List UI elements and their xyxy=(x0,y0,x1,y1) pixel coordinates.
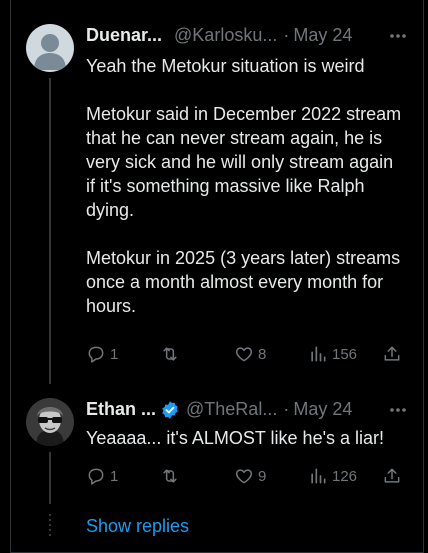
share-button[interactable] xyxy=(382,344,402,364)
reply-button[interactable]: 1 xyxy=(86,344,118,364)
action-bar: 1 8 156 xyxy=(86,344,406,366)
retweet-button[interactable] xyxy=(160,466,184,486)
retweet-button[interactable] xyxy=(160,344,184,364)
tweet-date[interactable]: May 24 xyxy=(293,25,352,46)
display-name[interactable]: Ethan ... xyxy=(86,399,156,420)
separator: · xyxy=(283,399,290,419)
thread-dots xyxy=(49,514,51,536)
share-button[interactable] xyxy=(382,466,402,486)
tweet-text: Yeah the Metokur situation is weird Meto… xyxy=(86,56,402,316)
like-button[interactable]: 8 xyxy=(234,344,266,364)
user-handle[interactable]: @TheRal... xyxy=(186,399,277,420)
reply-count: 1 xyxy=(110,467,119,485)
like-icon xyxy=(235,347,253,362)
views-count: 126 xyxy=(332,467,358,485)
views-count: 156 xyxy=(332,345,358,363)
thread-line xyxy=(49,78,51,384)
views-button[interactable]: 156 xyxy=(308,344,357,364)
views-icon xyxy=(311,468,326,484)
reply-icon xyxy=(88,346,104,363)
tweet-header: Duenar... @Karlosku... · May 24 xyxy=(86,25,352,46)
retweet-icon xyxy=(163,347,177,361)
separator: · xyxy=(283,25,290,45)
show-replies-link[interactable]: Show replies xyxy=(86,516,189,537)
thread-line xyxy=(49,452,51,504)
share-icon xyxy=(384,346,400,361)
like-count: 8 xyxy=(258,345,267,363)
action-bar: 1 9 126 xyxy=(86,466,406,488)
reply-icon xyxy=(88,468,104,485)
more-icon[interactable] xyxy=(388,400,408,420)
like-count: 9 xyxy=(258,467,267,485)
share-icon xyxy=(384,468,400,483)
tweet-date[interactable]: May 24 xyxy=(293,399,352,420)
views-icon xyxy=(311,346,326,362)
default-avatar[interactable] xyxy=(26,24,74,72)
retweet-icon xyxy=(163,469,177,483)
like-icon xyxy=(235,469,253,484)
views-button[interactable]: 126 xyxy=(308,466,357,486)
reply-button[interactable]: 1 xyxy=(86,466,118,486)
more-icon[interactable] xyxy=(388,26,408,46)
display-name[interactable]: Duenar... xyxy=(86,25,162,46)
verified-badge-icon[interactable] xyxy=(160,400,180,420)
user-handle[interactable]: @Karlosku... xyxy=(174,25,277,46)
like-button[interactable]: 9 xyxy=(234,466,266,486)
tweet-text: Yeaaaa... it's ALMOST like he's a liar! xyxy=(86,428,385,448)
reply-count: 1 xyxy=(110,345,119,363)
tweet-header: Ethan ... @TheRal... · May 24 xyxy=(86,399,352,420)
user-avatar[interactable] xyxy=(26,398,74,446)
